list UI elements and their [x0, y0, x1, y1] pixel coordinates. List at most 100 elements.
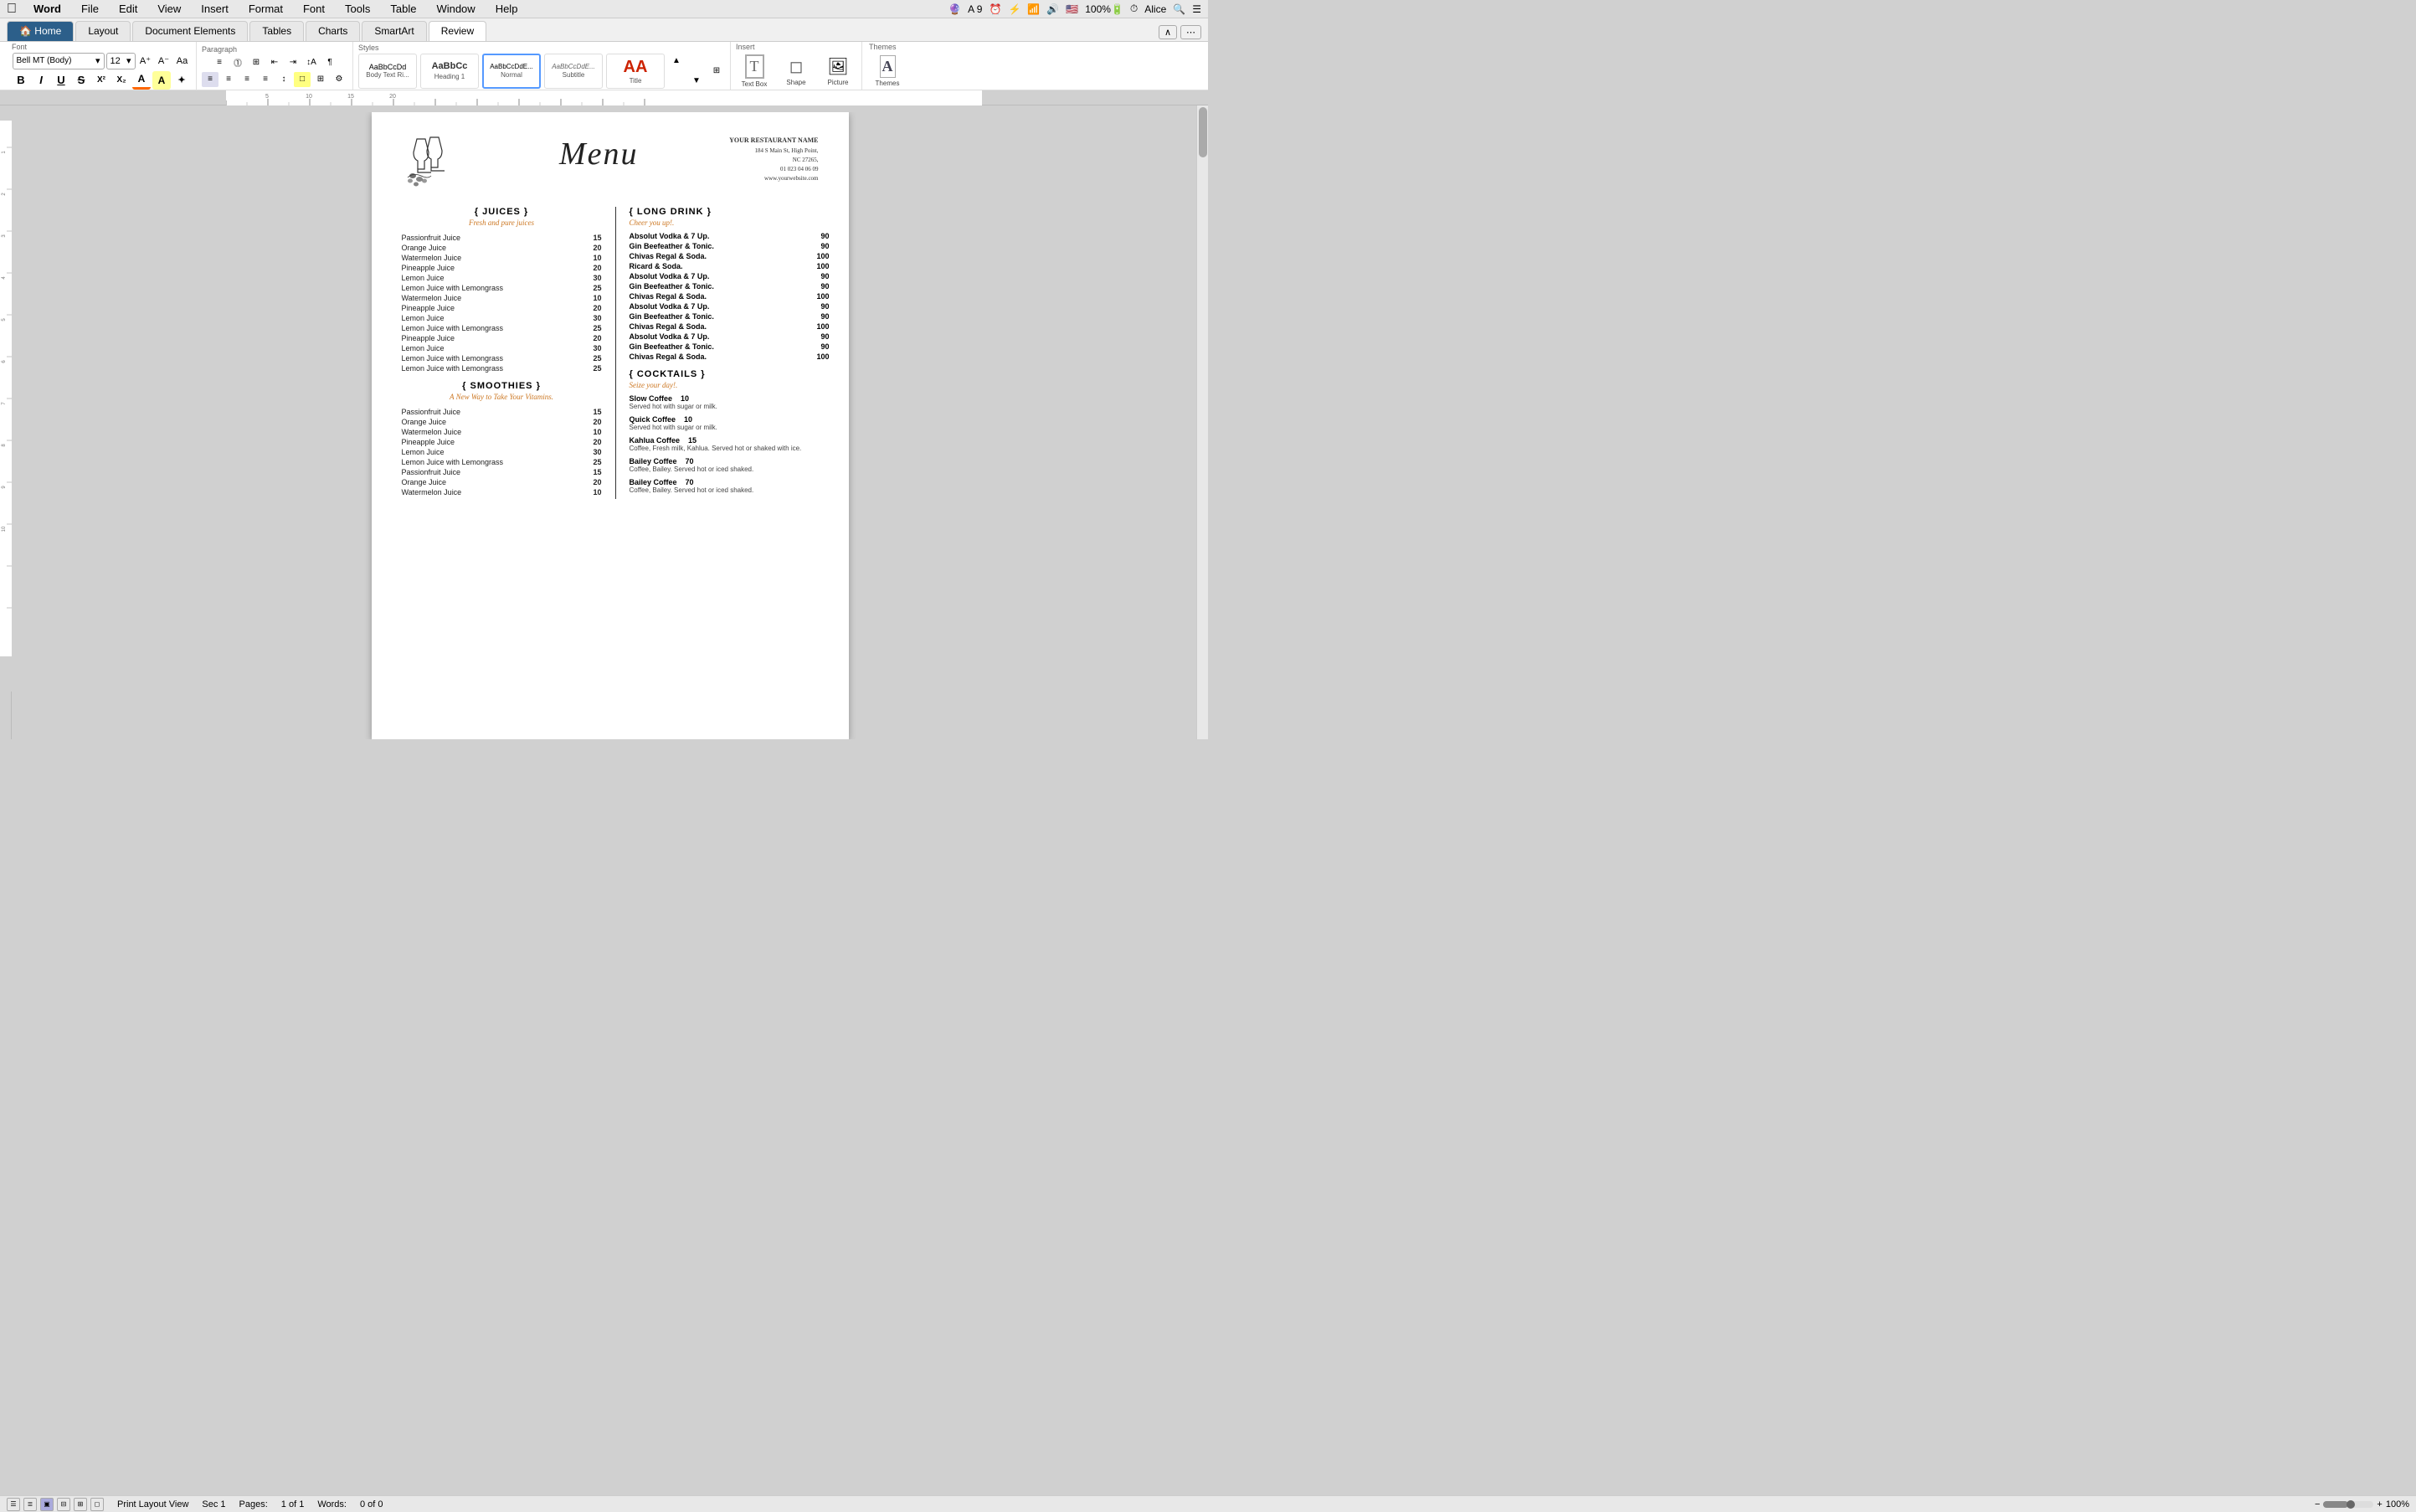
smoothie-item-6: Passionfruit Juice 15: [402, 468, 602, 476]
tab-tables[interactable]: Tables: [249, 21, 304, 41]
bold-btn[interactable]: B: [12, 71, 30, 90]
borders-btn[interactable]: ⊞: [312, 72, 329, 87]
style-title[interactable]: AA Title: [606, 54, 665, 89]
battery-icon[interactable]: 100%🔋: [1085, 3, 1123, 15]
zoom-area: − + 100%: [2315, 1499, 2409, 1509]
search-icon[interactable]: 🔍: [1173, 3, 1185, 15]
align-center-btn[interactable]: ≡: [220, 72, 237, 87]
font-section: Font Bell MT (Body) ▾ 12 ▾ A⁺ A⁻ Aa B I …: [7, 42, 197, 90]
menubar-item-window[interactable]: Window: [433, 3, 478, 15]
bullets-btn[interactable]: ≡: [211, 55, 228, 70]
highlight-btn[interactable]: A: [152, 71, 171, 90]
font-size-decrease-btn[interactable]: A⁻: [156, 53, 172, 69]
wifi-icon[interactable]: 📶: [1027, 3, 1040, 15]
menubar-item-format[interactable]: Format: [245, 3, 286, 15]
bluetooth-icon[interactable]: ⚡: [1008, 3, 1020, 15]
menubar-item-view[interactable]: View: [154, 3, 184, 15]
align-right-btn[interactable]: ≡: [239, 72, 255, 87]
apple-logo[interactable]: : [7, 2, 17, 17]
ai-icon[interactable]: A 9: [968, 3, 982, 15]
words-label: Words:: [317, 1499, 347, 1509]
line-spacing-btn[interactable]: ↕: [275, 72, 292, 87]
tab-charts[interactable]: Charts: [306, 21, 360, 41]
smoothie-item-8: Watermelon Juice 10: [402, 488, 602, 496]
menubar-item-insert[interactable]: Insert: [198, 3, 232, 15]
shading-btn[interactable]: □: [294, 72, 311, 87]
user-name[interactable]: Alice: [1144, 3, 1166, 15]
multi-level-btn[interactable]: ⊞: [248, 55, 265, 70]
menubar-item-font[interactable]: Font: [300, 3, 328, 15]
zoom-in-btn[interactable]: +: [2377, 1499, 2382, 1509]
cocktail-item-3: Bailey Coffee 70 Coffee, Bailey. Served …: [630, 457, 830, 473]
strikethrough-btn[interactable]: S: [72, 71, 90, 90]
superscript-btn[interactable]: X²: [92, 71, 111, 90]
align-justify-btn[interactable]: ≡: [257, 72, 274, 87]
picture-insert-btn[interactable]: 🖼 Picture: [820, 53, 856, 90]
restaurant-city: NC 27265,: [729, 156, 818, 165]
font-color-btn[interactable]: A: [132, 71, 151, 90]
scrollbar-thumb[interactable]: [1199, 107, 1207, 157]
ribbon-expand-btn[interactable]: ⋯: [1180, 25, 1201, 39]
styles-expand[interactable]: ⊞: [708, 64, 725, 79]
shape-insert-btn[interactable]: ◻ Shape: [778, 53, 815, 90]
numbering-btn[interactable]: ⓵: [229, 55, 246, 70]
view-icon-1[interactable]: ☰: [7, 1498, 20, 1511]
list-icon[interactable]: ☰: [1192, 3, 1201, 15]
flag-icon[interactable]: 🇺🇸: [1066, 3, 1078, 15]
font-name-dropdown[interactable]: Bell MT (Body) ▾: [13, 53, 105, 69]
italic-btn[interactable]: I: [32, 71, 50, 90]
style-normal[interactable]: AaBbCcDdE... Normal: [482, 54, 541, 89]
view-icon-5[interactable]: ⊞: [74, 1498, 87, 1511]
menubar-item-tools[interactable]: Tools: [342, 3, 373, 15]
zoom-slider[interactable]: [2323, 1501, 2373, 1508]
themes-btn[interactable]: A Themes: [869, 53, 906, 90]
tab-layout[interactable]: Layout: [75, 21, 131, 41]
styles-scroll-down[interactable]: ▼: [688, 74, 705, 89]
document-page[interactable]: Menu YOUR RESTAURANT NAME 184 S Main St,…: [372, 112, 849, 739]
view-icon-6[interactable]: ◻: [90, 1498, 104, 1511]
style-subtitle[interactable]: AaBbCcDdE... Subtitle: [544, 54, 603, 89]
style-body-text[interactable]: AaBbCcDd Body Text Ri...: [358, 54, 417, 89]
column-divider: [615, 207, 616, 499]
menubar-item-table[interactable]: Table: [387, 3, 419, 15]
underline-btn[interactable]: U: [52, 71, 70, 90]
menubar-item-file[interactable]: File: [78, 3, 102, 15]
tab-home[interactable]: 🏠 Home: [7, 21, 74, 41]
volume-icon[interactable]: 🔊: [1046, 3, 1059, 15]
tab-smartart[interactable]: SmartArt: [362, 21, 426, 41]
font-size-increase-btn[interactable]: A⁺: [137, 53, 154, 69]
view-icon-2[interactable]: ≣: [23, 1498, 37, 1511]
words-value: 0 of 0: [360, 1499, 383, 1509]
font-size-input[interactable]: 12 ▾: [106, 53, 136, 69]
clear-format-btn[interactable]: ✦: [172, 71, 191, 90]
juice-item-7: Pineapple Juice 20: [402, 304, 602, 312]
menubar-item-edit[interactable]: Edit: [116, 3, 141, 15]
textbox-insert-btn[interactable]: T Text Box: [736, 53, 773, 90]
menubar-item-help[interactable]: Help: [492, 3, 522, 15]
tab-document-elements[interactable]: Document Elements: [132, 21, 248, 41]
clock-icon[interactable]: ⏰: [989, 3, 1001, 15]
para-settings-btn[interactable]: ⚙: [331, 72, 347, 87]
font-case-btn[interactable]: Aa: [174, 53, 191, 69]
left-column: { JUICES } Fresh and pure juices Passion…: [402, 207, 602, 499]
vertical-scrollbar[interactable]: [1196, 105, 1208, 739]
document-area[interactable]: 1 2 3 4 5 6 7 8 9 10: [0, 105, 1208, 756]
indent-decrease-btn[interactable]: ⇤: [266, 55, 283, 70]
juices-subtitle: Fresh and pure juices: [402, 219, 602, 227]
view-icon-4[interactable]: ⊟: [57, 1498, 70, 1511]
menubar-item-word[interactable]: Word: [30, 3, 64, 15]
zoom-value: 100%: [2386, 1499, 2409, 1509]
view-icon-print-layout[interactable]: ▣: [40, 1498, 54, 1511]
siri-icon[interactable]: 🔮: [948, 3, 961, 15]
subscript-btn[interactable]: X₂: [112, 71, 131, 90]
juice-item-8: Lemon Juice 30: [402, 314, 602, 322]
style-heading1[interactable]: AaBbCc Heading 1: [420, 54, 479, 89]
styles-scroll-up[interactable]: ▲: [668, 54, 685, 69]
indent-increase-btn[interactable]: ⇥: [285, 55, 301, 70]
ribbon-collapse-btn[interactable]: ∧: [1159, 25, 1177, 39]
sort-btn[interactable]: ↕A: [303, 55, 320, 70]
show-para-btn[interactable]: ¶: [321, 55, 338, 70]
zoom-out-btn[interactable]: −: [2315, 1499, 2320, 1509]
tab-review[interactable]: Review: [429, 21, 486, 41]
align-left-btn[interactable]: ≡: [202, 72, 218, 87]
